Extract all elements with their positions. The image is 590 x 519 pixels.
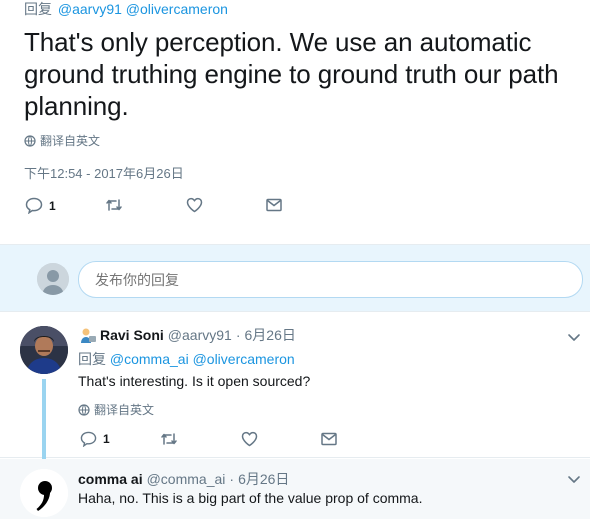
reply-button[interactable]: 1 — [80, 431, 110, 447]
reply-handles-link[interactable]: @aarvy91 @olivercameron — [58, 1, 228, 17]
reply-button[interactable]: 1 — [25, 197, 56, 214]
translate-tweet-link[interactable]: 翻译自英文 — [24, 132, 100, 149]
tweet-text: That's interesting. Is it open sourced? — [78, 373, 311, 389]
globe-icon — [78, 403, 90, 416]
retweet-button[interactable] — [105, 197, 123, 213]
direct-message-button[interactable] — [321, 432, 337, 446]
tweet-text: That's only perception. We use an automa… — [24, 27, 559, 121]
translate-label: 翻译自英文 — [40, 134, 101, 148]
reply-to-line: 回复 @aarvy91 @olivercameron — [24, 0, 228, 18]
reply-icon — [80, 431, 97, 447]
chevron-down-icon[interactable] — [566, 471, 582, 487]
reply-compose-bar — [0, 244, 590, 312]
author-handle[interactable]: @aarvy91 — [168, 327, 232, 343]
tweet-date[interactable]: 6月26日 — [245, 325, 296, 345]
message-icon — [321, 432, 337, 446]
reply-icon — [25, 197, 43, 214]
reply-count: 1 — [49, 198, 56, 213]
reply-prefix: 回复 — [78, 351, 106, 367]
reply-tweet-comma[interactable]: comma ai @comma_ai · 6月26日 Haha, no. Thi… — [0, 459, 590, 519]
default-avatar-icon — [37, 263, 69, 295]
tweet-text: Haha, no. This is a big part of the valu… — [78, 490, 423, 506]
tweet-action-bar: 1 — [0, 194, 590, 218]
reply-to-line: 回复 @comma_ai @olivercameron — [78, 349, 295, 369]
tweet-action-bar: 1 — [0, 431, 590, 451]
retweet-icon — [106, 199, 122, 211]
main-tweet: 回复 @aarvy91 @olivercameron That's only p… — [0, 0, 590, 244]
person-emoji-icon — [81, 328, 96, 343]
globe-icon — [24, 134, 36, 147]
separator-dot: · — [229, 471, 235, 487]
reply-tweet-ravi[interactable]: Ravi Soni @aarvy91 · 6月26日 回复 @comma_ai … — [0, 313, 590, 467]
like-icon — [186, 197, 203, 213]
chevron-down-icon[interactable] — [566, 329, 582, 345]
comma-avatar[interactable] — [20, 469, 68, 517]
message-icon — [266, 198, 282, 212]
retweet-icon — [161, 433, 177, 445]
retweet-button[interactable] — [160, 431, 178, 447]
ravi-avatar[interactable] — [20, 326, 68, 374]
comma-logo-icon — [20, 469, 68, 517]
comma-tweet-header: comma ai @comma_ai · 6月26日 — [78, 469, 289, 489]
ravi-tweet-header: Ravi Soni @aarvy91 · 6月26日 — [78, 325, 296, 345]
reply-handles-link[interactable]: @comma_ai @olivercameron — [110, 351, 295, 367]
tweet-date[interactable]: 6月26日 — [238, 469, 289, 489]
translate-label: 翻译自英文 — [94, 403, 155, 417]
like-button[interactable] — [241, 431, 258, 447]
ravi-avatar-image — [20, 326, 68, 374]
like-icon — [241, 431, 258, 447]
thread-connector-line — [42, 379, 46, 467]
author-name[interactable]: comma ai — [78, 471, 143, 487]
tweet-timestamp[interactable]: 下午12:54 - 2017年6月26日 — [24, 163, 184, 182]
user-avatar[interactable] — [37, 263, 69, 295]
reply-count: 1 — [103, 432, 110, 446]
reply-prefix: 回复 — [24, 1, 52, 17]
translate-tweet-link[interactable]: 翻译自英文 — [78, 401, 154, 418]
separator-dot: · — [235, 327, 241, 343]
author-handle[interactable]: @comma_ai — [147, 471, 226, 487]
like-button[interactable] — [186, 197, 203, 213]
author-name[interactable]: Ravi Soni — [100, 327, 164, 343]
reply-input[interactable] — [78, 261, 583, 298]
direct-message-button[interactable] — [266, 198, 282, 212]
